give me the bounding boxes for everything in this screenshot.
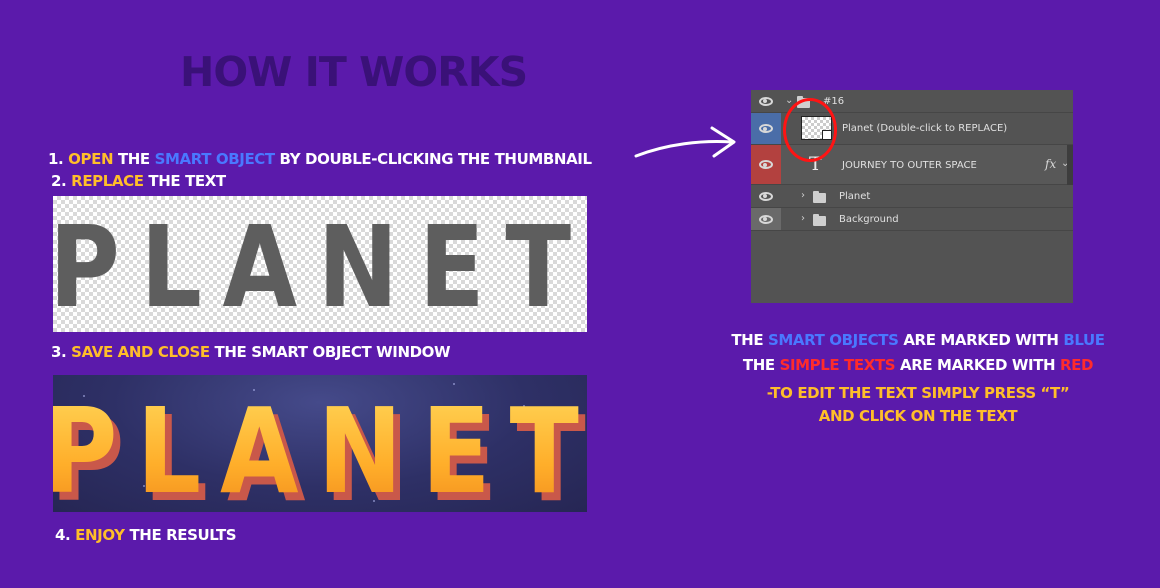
note-line-4: AND CLICK ON THE TEXT (818, 407, 1018, 425)
step-4-number: 4. (55, 526, 76, 544)
step-3: 3. SAVE AND CLOSE THE SMART OBJECT WINDO… (51, 343, 451, 361)
fx-icon[interactable]: fx (1045, 157, 1056, 171)
folder-icon (813, 191, 826, 203)
note-1-a: THE (731, 331, 768, 349)
step-1: 1. OPEN THE SMART OBJECT BY DOUBLE-CLICK… (48, 150, 592, 168)
scrollbar[interactable] (1067, 145, 1073, 185)
layer-name: Planet (Double-click to REPLACE) (842, 123, 1008, 134)
eye-icon (759, 124, 773, 133)
visibility-toggle[interactable] (751, 185, 781, 207)
eye-icon (759, 214, 773, 224)
visibility-toggle[interactable] (751, 208, 781, 230)
layer-name: Background (839, 214, 899, 225)
preview-result-svg: PLANET PLANET (53, 383, 587, 512)
eye-icon (759, 160, 773, 169)
chevron-right-icon[interactable]: › (801, 190, 805, 201)
note-1-blue: BLUE (1063, 331, 1105, 349)
highlight-circle (783, 98, 837, 162)
note-1-smart-objects: SMART OBJECTS (768, 331, 899, 349)
step-3-number: 3. (51, 343, 72, 361)
page-title: HOW IT WORKS (180, 48, 528, 96)
note-2-a: THE (742, 356, 780, 374)
smart-object-preview: PLANET (49, 196, 587, 333)
step-3-rest: THE SMART OBJECT WINDOW (209, 343, 451, 361)
step-1-the: THE (113, 150, 155, 168)
eye-icon (759, 191, 773, 201)
note-line-2: THE SIMPLE TEXTS ARE MARKED WITH RED (698, 356, 1138, 374)
chevron-right-icon[interactable]: › (801, 213, 805, 224)
layer-name: JOURNEY TO OUTER SPACE (842, 160, 977, 171)
visibility-toggle[interactable] (751, 90, 781, 112)
layer-row-planet-folder[interactable]: › Planet (751, 185, 1073, 208)
note-line-1: THE SMART OBJECTS ARE MARKED WITH BLUE (698, 331, 1138, 349)
layer-name: Planet (839, 191, 871, 202)
preview-plain-svg: PLANET (49, 202, 587, 333)
visibility-toggle[interactable] (751, 113, 781, 144)
step-1-smart-object: SMART OBJECT (154, 150, 276, 168)
step-2-replace: REPLACE (71, 172, 144, 190)
arrow-icon (634, 126, 736, 158)
step-2-rest: THE TEXT (143, 172, 226, 190)
step-1-number: 1. (48, 150, 69, 168)
note-2-red: RED (1060, 356, 1094, 374)
note-2-simple-texts: SIMPLE TEXTS (779, 356, 896, 374)
step-4-enjoy: ENJOY (75, 526, 125, 544)
step-3-save-close: SAVE AND CLOSE (71, 343, 210, 361)
eye-icon (759, 96, 773, 106)
step-2: 2. REPLACE THE TEXT (51, 172, 226, 190)
step-4: 4. ENJOY THE RESULTS (55, 526, 237, 544)
layer-row-background-folder[interactable]: › Background (751, 208, 1073, 231)
step-1-rest: BY DOUBLE-CLICKING THE THUMBNAIL (274, 150, 592, 168)
preview-result-text: PLANET (53, 383, 587, 512)
folder-icon (813, 214, 826, 226)
step-1-open: OPEN (68, 150, 114, 168)
note-1-c: ARE MARKED WITH (898, 331, 1064, 349)
preview-plain-text: PLANET (53, 202, 587, 332)
step-2-number: 2. (51, 172, 72, 190)
visibility-toggle[interactable] (751, 145, 781, 184)
note-line-3: -TO EDIT THE TEXT SIMPLY PRESS “T” (766, 384, 1070, 402)
step-4-rest: THE RESULTS (124, 526, 237, 544)
result-preview: PLANET PLANET (53, 375, 587, 512)
note-2-c: ARE MARKED WITH (895, 356, 1061, 374)
